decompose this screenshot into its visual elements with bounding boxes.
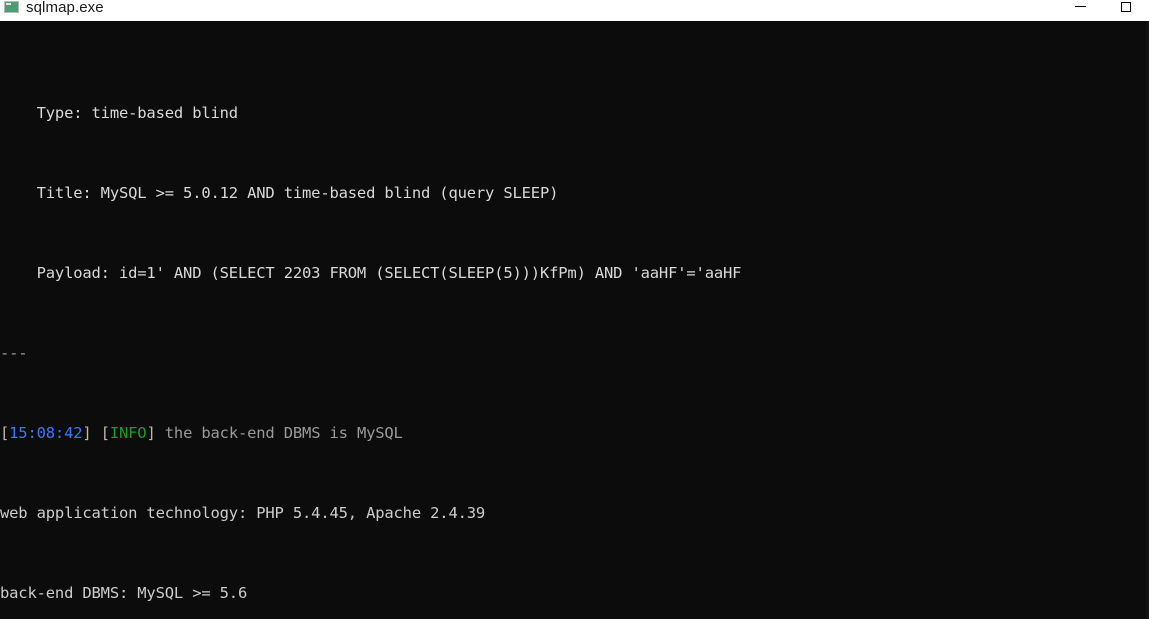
separator-text: --- [0,344,28,362]
bracket-close: ] [ [82,424,110,442]
minimize-icon [1074,6,1086,7]
injection-payload-text: Payload: id=1' AND (SELECT 2203 FROM (SE… [0,264,742,282]
web-technology-text: web application technology: PHP 5.4.45, … [0,504,486,522]
console-icon [4,1,20,15]
window-title: sqlmap.exe [26,0,104,16]
log-line-dbms: [15:08:42] [INFO] the back-end DBMS is M… [0,423,964,443]
terminal-output: Type: time-based blind Title: MySQL >= 5… [0,21,964,619]
terminal-console[interactable]: Type: time-based blind Title: MySQL >= 5… [0,21,1149,619]
app-window: sqlmap.exe Type: time-based blind Title:… [0,0,1149,619]
bracket-open: [ [0,424,10,442]
window-titlebar[interactable]: sqlmap.exe [0,0,1149,21]
log-timestamp: 15:08:42 [9,424,83,442]
maximize-icon [1121,1,1131,12]
bracket-close-2: ] [146,424,165,442]
injection-type-text: Type: time-based blind [0,104,239,122]
injection-title-line: Title: MySQL >= 5.0.12 AND time-based bl… [0,183,964,203]
injection-title-text: Title: MySQL >= 5.0.12 AND time-based bl… [0,184,559,202]
back-end-dbms-text: back-end DBMS: MySQL >= 5.6 [0,584,248,602]
maximize-button[interactable] [1103,0,1149,17]
injection-type-line: Type: time-based blind [0,103,964,123]
minimize-button[interactable] [1057,0,1103,17]
log-message: the back-end DBMS is MySQL [164,424,403,442]
separator-line: --- [0,343,964,363]
log-tag-info: INFO [109,424,147,442]
injection-payload-line: Payload: id=1' AND (SELECT 2203 FROM (SE… [0,263,964,283]
back-end-dbms-line: back-end DBMS: MySQL >= 5.6 [0,583,964,603]
web-technology-line: web application technology: PHP 5.4.45, … [0,503,964,523]
window-controls [1057,0,1149,17]
